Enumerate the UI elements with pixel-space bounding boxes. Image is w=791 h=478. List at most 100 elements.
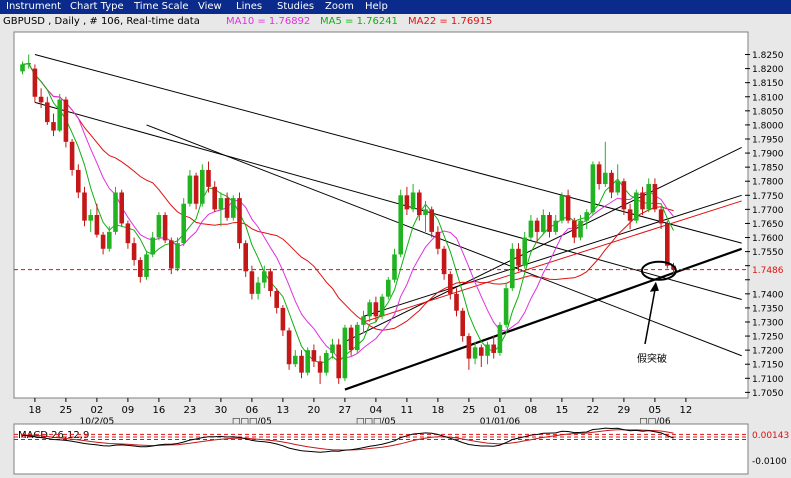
candle-body bbox=[640, 192, 645, 210]
candle-body bbox=[572, 220, 577, 238]
candle-body bbox=[218, 198, 224, 210]
candle-body bbox=[398, 195, 403, 255]
candle-body bbox=[466, 336, 472, 359]
x-tick-label: 06 bbox=[246, 405, 259, 416]
menu-studies[interactable]: Studies bbox=[277, 0, 314, 14]
candle-body bbox=[448, 274, 453, 294]
price-chart[interactable]: GBPUSD , Daily , # 106, Real-time data M… bbox=[0, 14, 791, 478]
candle-body bbox=[373, 302, 379, 317]
candle-body bbox=[193, 175, 199, 204]
candle-body bbox=[565, 195, 571, 221]
candle-body bbox=[553, 220, 558, 232]
candle-body bbox=[206, 169, 211, 187]
candle-body bbox=[237, 198, 242, 244]
candle-body bbox=[51, 122, 56, 131]
annotation-text: 假突破 bbox=[637, 352, 667, 365]
x-tick-label: 29 bbox=[618, 405, 631, 416]
candle-body bbox=[262, 271, 267, 283]
candle-body bbox=[534, 220, 540, 232]
x-tick-label: 11 bbox=[401, 405, 414, 416]
candle-body bbox=[559, 195, 565, 221]
candle-body bbox=[367, 302, 372, 317]
y-tick-label: 1.7750 bbox=[752, 192, 784, 202]
y-tick-label: 1.8200 bbox=[752, 65, 784, 75]
candle-body bbox=[293, 355, 298, 365]
y-tick-label: 1.7050 bbox=[752, 389, 784, 399]
candle-body bbox=[224, 198, 230, 218]
candle-body bbox=[57, 99, 62, 131]
candle-body bbox=[82, 192, 87, 221]
candle-body bbox=[162, 215, 168, 241]
candle-body bbox=[491, 344, 496, 353]
ma22-label: MA22 = 1.76915 bbox=[408, 16, 492, 27]
candle-body bbox=[417, 192, 422, 215]
candle-body bbox=[20, 64, 25, 72]
candle-body bbox=[336, 344, 341, 379]
candle-body bbox=[156, 215, 162, 238]
candle-body bbox=[423, 209, 428, 215]
candle-body bbox=[485, 344, 490, 356]
candle-body bbox=[305, 350, 310, 373]
x-tick-label: 01 bbox=[494, 405, 507, 416]
candle-body bbox=[652, 184, 658, 210]
y-tick-label: 1.8050 bbox=[752, 107, 784, 117]
candle-body bbox=[286, 330, 292, 365]
candle-body bbox=[187, 175, 193, 204]
candle-body bbox=[386, 279, 391, 297]
candle-body bbox=[255, 282, 261, 294]
x-tick-label: 02 bbox=[91, 405, 104, 416]
x-tick-label: 23 bbox=[184, 405, 197, 416]
y-tick-label: 1.7850 bbox=[752, 164, 784, 174]
candle-body bbox=[646, 184, 651, 210]
candle-body bbox=[38, 96, 44, 103]
candle-body bbox=[243, 243, 248, 272]
candle-body bbox=[107, 231, 112, 249]
menu-lines[interactable]: Lines bbox=[236, 0, 262, 14]
candle-body bbox=[113, 192, 118, 232]
candle-body bbox=[125, 223, 131, 244]
candle-body bbox=[280, 307, 286, 331]
candle-body bbox=[528, 220, 534, 238]
menu-view[interactable]: View bbox=[198, 0, 222, 14]
x-tick-label: 18 bbox=[29, 405, 42, 416]
x-tick-label: 25 bbox=[60, 405, 73, 416]
y-tick-label: 1.7400 bbox=[752, 290, 784, 300]
menu-help[interactable]: Help bbox=[365, 0, 388, 14]
candle-body bbox=[435, 231, 441, 249]
menu-instrument[interactable]: Instrument bbox=[6, 0, 61, 14]
x-tick-label: 15 bbox=[556, 405, 569, 416]
candle-body bbox=[596, 164, 602, 185]
candle-body bbox=[26, 62, 31, 65]
candle-body bbox=[503, 288, 509, 325]
candle-body bbox=[69, 141, 75, 170]
menu-zoom[interactable]: Zoom bbox=[325, 0, 354, 14]
candle-body bbox=[138, 260, 143, 277]
candle-body bbox=[497, 324, 503, 353]
macd-panel bbox=[13, 423, 749, 475]
x-tick-label: 30 bbox=[215, 405, 228, 416]
candle-body bbox=[479, 347, 484, 356]
candle-body bbox=[311, 350, 317, 362]
candle-body bbox=[181, 203, 186, 244]
candle-body bbox=[342, 327, 348, 379]
candle-body bbox=[45, 102, 50, 123]
y-tick-label: 1.7650 bbox=[752, 220, 784, 230]
candle-body bbox=[231, 198, 236, 218]
candle-body bbox=[603, 172, 608, 185]
candle-body bbox=[472, 347, 478, 359]
candle-body bbox=[578, 220, 583, 238]
menu-chart-type[interactable]: Chart Type bbox=[70, 0, 124, 14]
candle-body bbox=[547, 215, 552, 232]
x-tick-label: 12 bbox=[680, 405, 693, 416]
menu-time-scale[interactable]: Time Scale bbox=[134, 0, 189, 14]
y-tick-label: 1.7600 bbox=[752, 234, 784, 244]
candle-body bbox=[609, 172, 614, 193]
macd-tick-label: -0.0100 bbox=[752, 457, 787, 467]
y-tick-label: 1.8000 bbox=[752, 121, 784, 131]
candle-body bbox=[665, 223, 670, 266]
y-tick-label: 1.7550 bbox=[752, 248, 784, 258]
candle-body bbox=[634, 192, 639, 221]
candle-body bbox=[627, 209, 633, 221]
candle-body bbox=[94, 215, 100, 235]
candle-body bbox=[522, 237, 527, 266]
